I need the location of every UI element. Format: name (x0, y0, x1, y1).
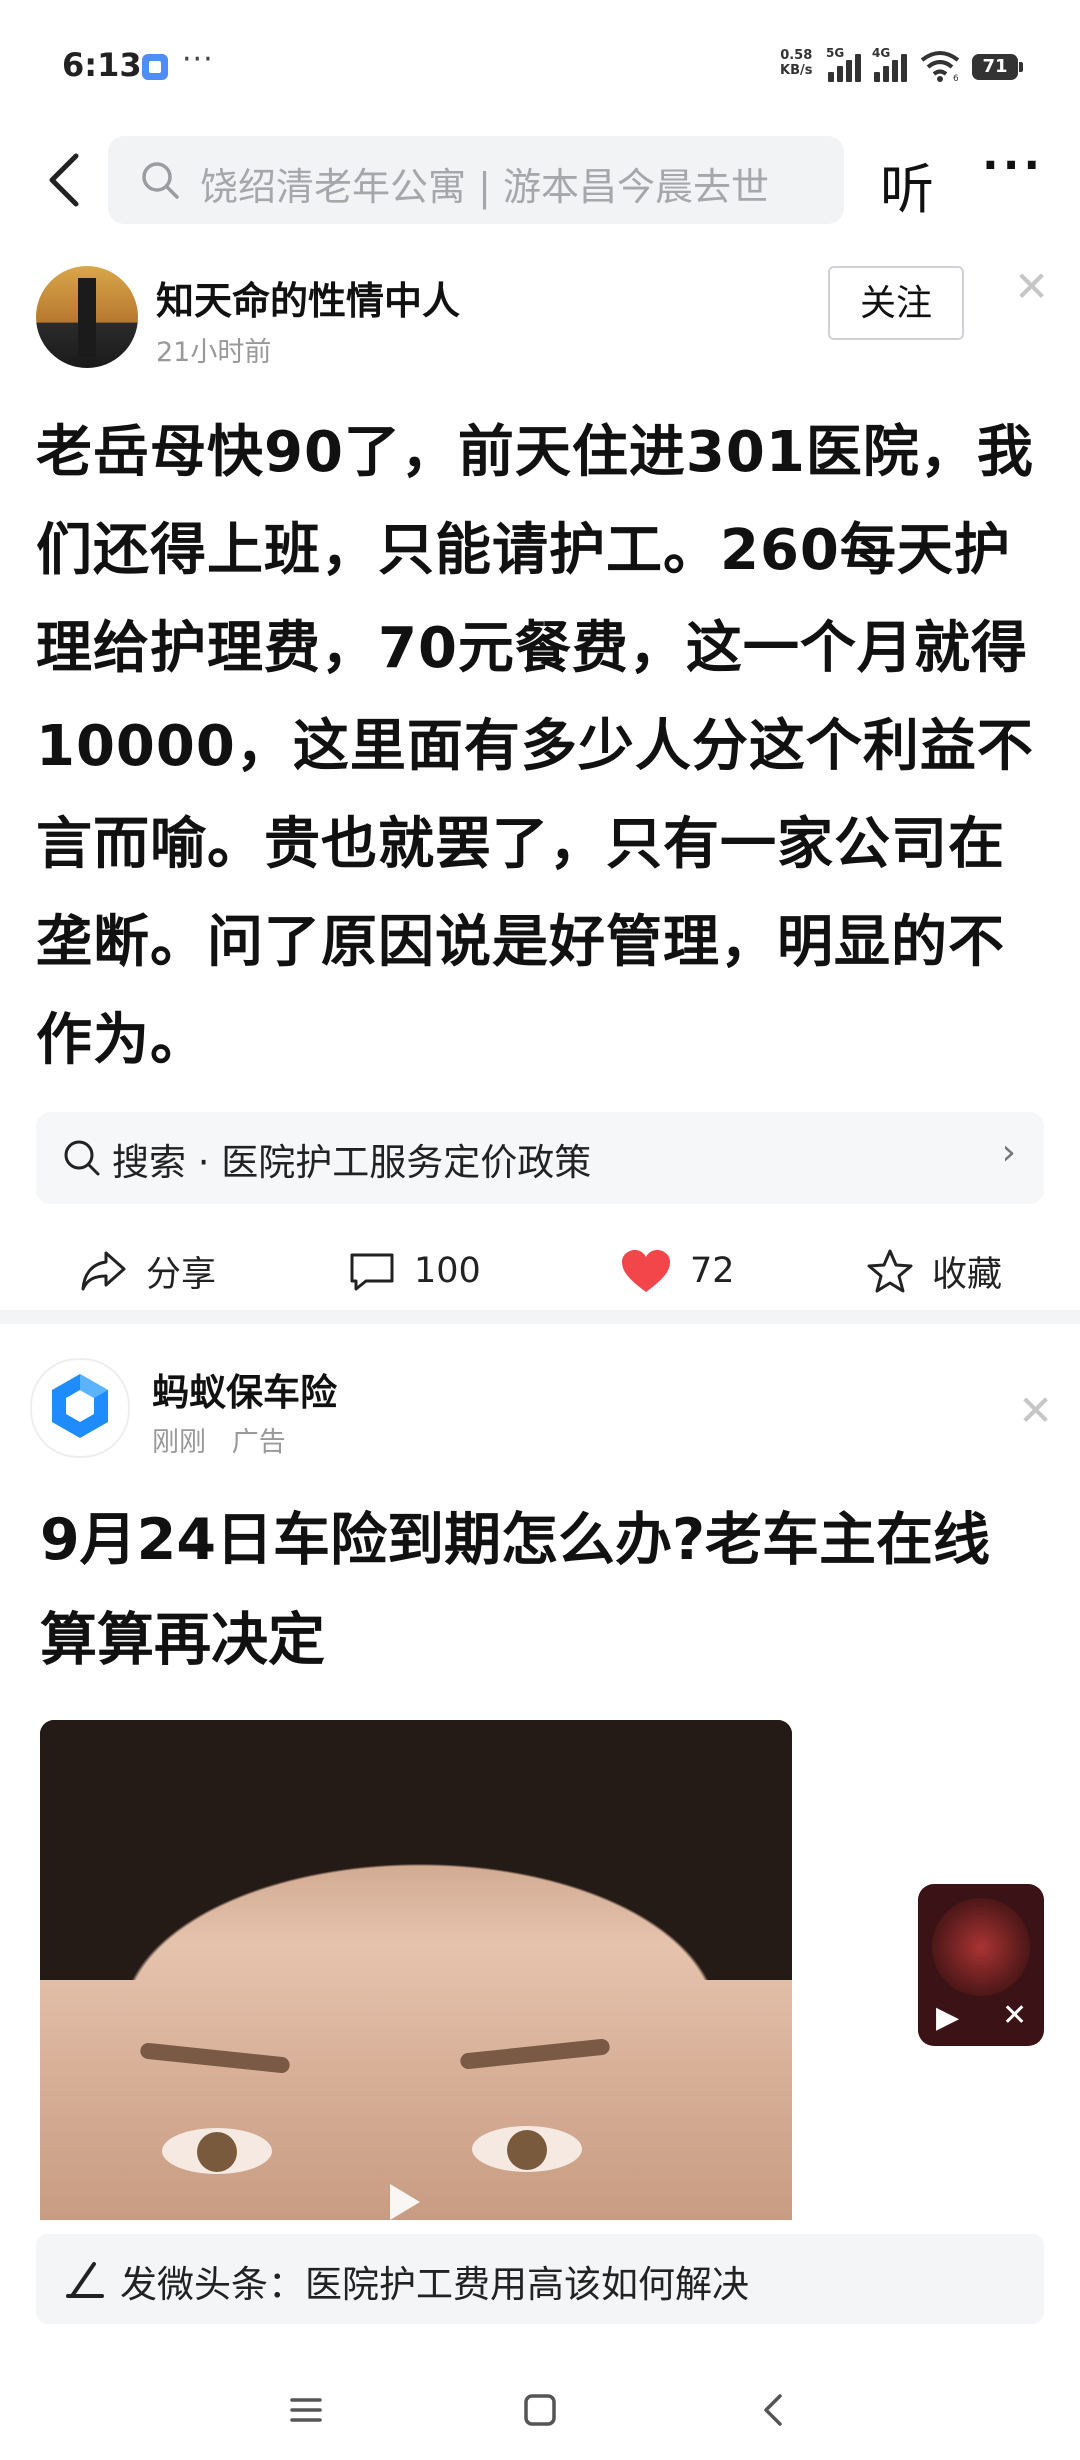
post-action-bar: 分享 100 72 收藏 (0, 1226, 1080, 1316)
chevron-right-icon: › (1001, 1132, 1016, 1173)
hexagon-logo-icon (52, 1374, 108, 1438)
share-icon (81, 1251, 126, 1291)
signal-5g-label: 5G (826, 46, 845, 60)
ad-meta: 刚刚 广告 (152, 1420, 286, 1459)
search-icon (64, 1140, 100, 1176)
post-weitoutiao-bar[interactable]: 发微头条：医院护工费用高该如何解决 (36, 2234, 1044, 2324)
ad-title[interactable]: 9月24日车险到期怎么办?老车主在线算算再决定 (40, 1490, 1040, 1690)
network-speed-unit: KB/s (780, 63, 813, 78)
share-label: 分享 (146, 1254, 217, 1295)
status-more-indicator: ··· (182, 42, 214, 77)
follow-button[interactable]: 关注 (828, 266, 964, 340)
like-button[interactable]: 72 (620, 1226, 735, 1316)
search-suggestion-text: 搜索 · 医院护工服务定价政策 (112, 1141, 592, 1184)
menu-icon[interactable] (276, 2380, 336, 2440)
like-count: 72 (690, 1251, 735, 1291)
search-placeholder: 饶绍清老年公寓 | 游本昌今晨去世 (200, 165, 769, 209)
search-suggestion[interactable]: 搜索 · 医院护工服务定价政策 › (36, 1112, 1044, 1204)
comment-button[interactable]: 100 (348, 1226, 481, 1316)
share-button[interactable]: 分享 (80, 1226, 216, 1316)
network-speed: 0.58 KB/s (780, 48, 812, 78)
ad-video-thumbnail[interactable] (40, 1720, 792, 2220)
signal-4g-icon: 4G (872, 46, 912, 82)
favorite-label: 收藏 (932, 1254, 1003, 1295)
back-arrow-icon[interactable] (30, 140, 110, 220)
network-speed-value: 0.58 (780, 48, 813, 63)
listen-button[interactable]: 听 (880, 145, 934, 224)
notification-app-icon (142, 54, 168, 80)
feed-divider (0, 1310, 1080, 1324)
left-eyebrow (139, 2042, 291, 2074)
signal-4g-label: 4G (872, 46, 891, 60)
dismiss-post-icon[interactable]: ✕ (1014, 262, 1049, 311)
post-time: 21小时前 (156, 337, 272, 368)
hair-shape (40, 1720, 792, 1980)
comment-icon (350, 1253, 394, 1291)
heart-icon (622, 1250, 670, 1292)
play-icon[interactable]: ▶ (936, 2000, 959, 2035)
author-name[interactable]: 知天命的性情中人 (156, 270, 460, 325)
status-time: 6:13 (62, 46, 142, 84)
post-body-text[interactable]: 老岳母快90了，前天住进301医院，我们还得上班，只能请护工。260每天护理给护… (36, 404, 1046, 1090)
floating-video-window[interactable]: ▶ ✕ (918, 1884, 1044, 2046)
right-eye (472, 2126, 582, 2172)
ad-tag: 广告 (231, 1427, 286, 1458)
left-eye (162, 2128, 272, 2174)
search-bar[interactable]: 饶绍清老年公寓 | 游本昌今晨去世 (108, 136, 844, 224)
weitoutiao-text: 发微头条：医院护工费用高该如何解决 (120, 2263, 749, 2306)
close-icon[interactable]: ✕ (1002, 1998, 1027, 2033)
floating-video-thumbnail[interactable] (932, 1898, 1030, 1996)
favorite-button[interactable]: 收藏 (866, 1226, 1002, 1316)
author-avatar[interactable] (36, 266, 138, 368)
back-icon[interactable] (744, 2380, 804, 2440)
signal-5g-icon: 5G (826, 46, 866, 82)
ad-time: 刚刚 (152, 1427, 206, 1458)
pagoda-silhouette (78, 278, 96, 358)
play-icon (390, 2184, 420, 2220)
system-navigation-bar (0, 2360, 1080, 2460)
pen-icon (66, 2262, 104, 2298)
comment-count: 100 (414, 1251, 481, 1291)
dismiss-ad-icon[interactable]: ✕ (1018, 1386, 1053, 1435)
more-options-button[interactable]: ··· (982, 140, 1044, 191)
right-eyebrow (459, 2038, 611, 2070)
home-icon[interactable] (510, 2380, 570, 2440)
wifi-sub-label: 6 (953, 74, 959, 82)
battery-indicator: 71 (972, 54, 1023, 80)
advertiser-logo[interactable] (30, 1358, 130, 1458)
wifi-icon: 6 (920, 51, 960, 82)
search-icon (142, 162, 179, 199)
star-icon (867, 1249, 913, 1293)
advertiser-name[interactable]: 蚂蚁保车险 (152, 1362, 337, 1416)
status-bar: 6:13 ··· 0.58 KB/s 5G 4G 6 71 (0, 0, 1080, 130)
